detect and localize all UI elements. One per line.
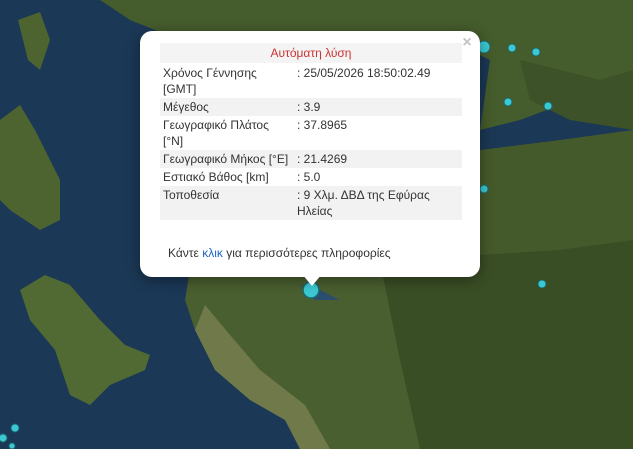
- magnitude-value: : 3.9: [294, 98, 462, 116]
- table-row: Χρόνος Γέννησης [GMT] : 25/05/2026 18:50…: [160, 64, 462, 98]
- origin-time-value: : 25/05/2026 18:50:02.49: [297, 66, 431, 80]
- earthquake-marker: [8, 442, 16, 449]
- earthquake-popup: × Αυτόματη λύση Χρόνος Γέννησης [GMT] : …: [140, 31, 480, 277]
- popup-title: Αυτόματη λύση: [160, 43, 462, 63]
- earthquake-marker: [10, 423, 20, 433]
- table-row: Γεωγραφικό Πλάτος [°N] : 37.8965: [160, 116, 462, 150]
- more-info-link[interactable]: κλικ: [202, 246, 223, 260]
- location-value: : 9 Χλμ. ΔΒΔ της Εφύρας Ηλείας: [294, 186, 462, 220]
- location-label: Τοποθεσία: [160, 186, 294, 220]
- popup-pointer: [302, 274, 322, 286]
- earthquake-marker: [0, 433, 8, 443]
- earthquake-marker: [503, 97, 513, 107]
- earthquake-marker: [537, 279, 547, 289]
- more-info-prefix: Κάντε: [168, 246, 203, 260]
- latitude-value: : 37.8965: [297, 118, 348, 132]
- earthquake-marker: [531, 47, 541, 57]
- magnitude-label: Μέγεθος: [160, 98, 294, 116]
- table-row: Μέγεθος : 3.9: [160, 98, 462, 116]
- table-row: Εστιακό Βάθος [km] : 5.0: [160, 168, 462, 186]
- longitude-value: : 21.4269: [294, 150, 462, 168]
- earthquake-marker: [543, 101, 553, 111]
- earthquake-marker: [479, 184, 489, 194]
- origin-time-label: Χρόνος Γέννησης [GMT]: [163, 66, 257, 96]
- more-info-text: Κάντε κλικ για περισσότερες πληροφορίες: [168, 246, 391, 260]
- latitude-label: Γεωγραφικό Πλάτος [°N]: [163, 118, 269, 148]
- table-row: Γεωγραφικό Μήκος [°E] : 21.4269: [160, 150, 462, 168]
- longitude-label: Γεωγραφικό Μήκος [°E]: [160, 150, 294, 168]
- earthquake-marker: [507, 43, 517, 53]
- more-info-suffix: για περισσότερες πληροφορίες: [222, 246, 391, 260]
- table-row: Τοποθεσία : 9 Χλμ. ΔΒΔ της Εφύρας Ηλείας: [160, 186, 462, 220]
- depth-value: : 5.0: [297, 170, 321, 184]
- land-achaia: [480, 130, 633, 255]
- earthquake-info-table: Χρόνος Γέννησης [GMT] : 25/05/2026 18:50…: [160, 64, 462, 220]
- depth-label: Εστιακό Βάθος [km]: [163, 170, 269, 184]
